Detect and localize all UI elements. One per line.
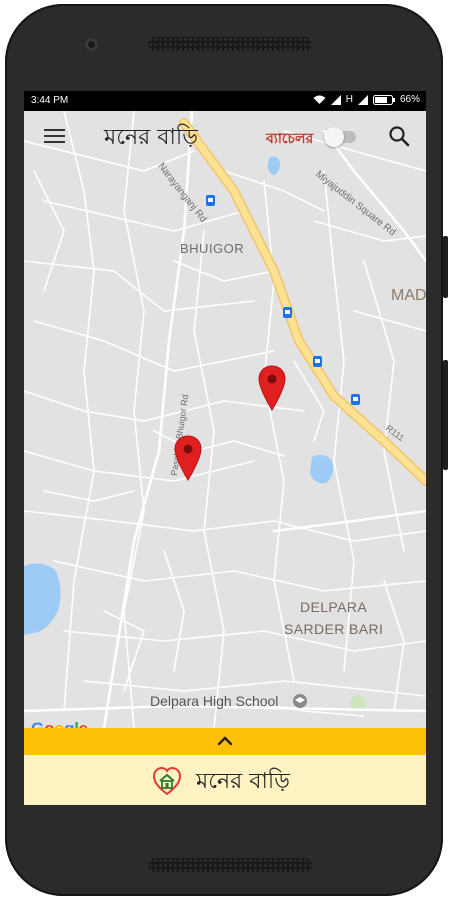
signal-icon bbox=[330, 94, 341, 105]
app-title: মনের বাড়ি bbox=[104, 125, 198, 150]
network-type: H bbox=[345, 94, 353, 105]
menu-icon[interactable] bbox=[44, 127, 66, 145]
bachelor-toggle[interactable] bbox=[324, 127, 356, 147]
bachelor-label: ব্যাচেলর bbox=[266, 131, 314, 147]
status-icons: H 66% bbox=[313, 94, 420, 105]
map-label-delpara: DELPARA bbox=[300, 599, 368, 615]
home-heart-logo-icon bbox=[152, 766, 182, 796]
battery-icon bbox=[372, 94, 395, 105]
toggle-knob bbox=[324, 127, 344, 147]
bottom-sheet-handle[interactable] bbox=[24, 728, 426, 755]
bottom-speaker bbox=[148, 858, 312, 872]
map-label-sarder-bari: SARDER BARI bbox=[284, 621, 384, 637]
map-label-mad: MAD bbox=[391, 287, 426, 304]
water-pond-center bbox=[310, 454, 334, 484]
bottom-sheet[interactable]: মনের বাড়ি bbox=[24, 755, 426, 805]
app-screen: Narayanganj Rd Miyajuddin Square Rd BHUI… bbox=[24, 91, 426, 805]
top-speaker bbox=[148, 37, 312, 51]
brand-name: মনের বাড়ি bbox=[196, 769, 290, 794]
map-marker[interactable] bbox=[258, 365, 286, 411]
chevron-up-icon[interactable] bbox=[217, 736, 233, 746]
power-button bbox=[443, 360, 448, 470]
wifi-icon bbox=[313, 95, 326, 104]
map-label-bhuigor: BHUIGOR bbox=[180, 241, 245, 256]
signal-icon-2 bbox=[357, 94, 368, 105]
map-marker[interactable] bbox=[174, 435, 202, 481]
app-toolbar: মনের বাড়ি ব্যাচেলর bbox=[24, 111, 426, 161]
volume-button bbox=[443, 236, 448, 298]
status-time: 3:44 PM bbox=[31, 95, 69, 106]
school-icon bbox=[293, 694, 307, 708]
map-view[interactable]: Narayanganj Rd Miyajuddin Square Rd BHUI… bbox=[24, 109, 426, 738]
search-icon[interactable] bbox=[388, 125, 410, 147]
status-bar: 3:44 PM H 66% bbox=[24, 91, 426, 111]
map-label-school[interactable]: Delpara High School bbox=[150, 693, 278, 709]
front-camera bbox=[85, 38, 98, 51]
battery-percent: 66% bbox=[399, 94, 420, 105]
